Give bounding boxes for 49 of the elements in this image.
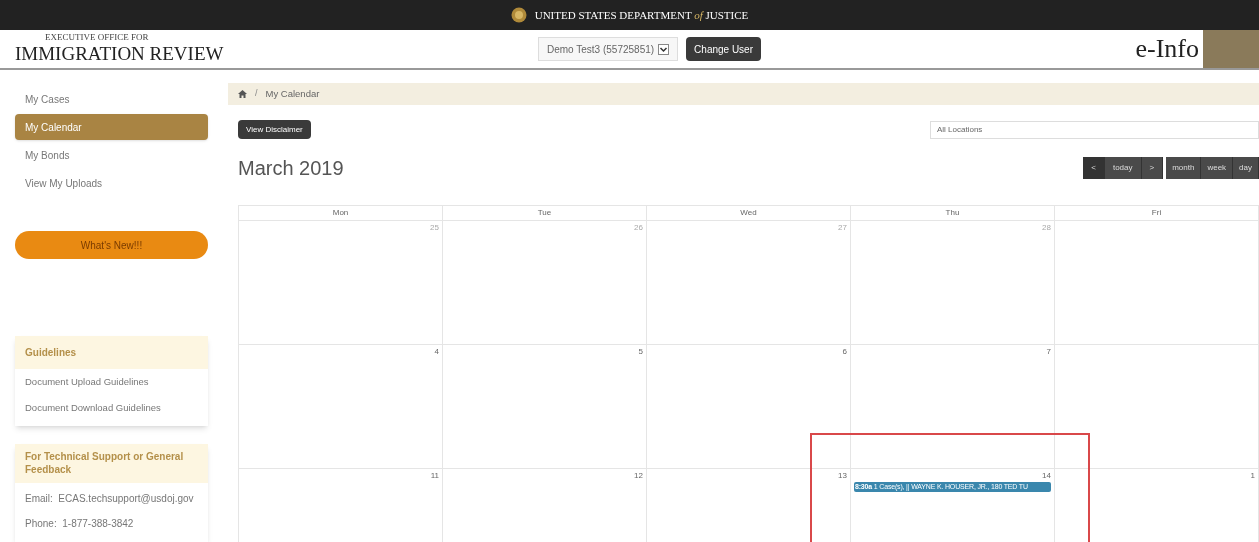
agency-title: IMMIGRATION REVIEW	[15, 41, 225, 66]
seal-icon	[510, 7, 527, 23]
breadcrumb-current: My Calendar	[265, 86, 320, 101]
support-contact: Phone: 1-877-388-3842	[25, 517, 135, 531]
day-number: 1	[1250, 472, 1255, 480]
day-number: 4	[434, 348, 439, 356]
sidebar-item[interactable]: My Calendar	[15, 114, 208, 140]
day-number: 13	[838, 472, 847, 480]
day-number: 7	[1046, 348, 1051, 356]
view-disclaimer-button[interactable]: View Disclaimer	[238, 120, 311, 139]
day-number: 27	[838, 224, 847, 232]
sidebar-item[interactable]: My Cases	[15, 86, 208, 112]
home-icon[interactable]	[238, 90, 247, 98]
calendar-nav-button[interactable]: >	[1141, 157, 1164, 179]
guideline-link[interactable]: Document Upload Guidelines	[25, 375, 198, 390]
weekday-header: Wed	[647, 206, 851, 220]
calendar-view-button[interactable]: day	[1233, 157, 1259, 179]
brand-logo: e-Info	[1135, 36, 1199, 62]
support-contact: Email: ECAS.techsupport@usdoj.gov	[25, 492, 195, 506]
weekday-header: Mon	[239, 206, 443, 220]
calendar-nav-button[interactable]: <	[1083, 157, 1105, 179]
user-select[interactable]: Demo Test3 (55725851)	[538, 37, 679, 61]
change-user-button[interactable]: Change User	[686, 37, 761, 61]
day-number: 5	[638, 348, 643, 356]
month-title: March 2019	[238, 156, 344, 181]
photo-placeholder	[1203, 30, 1259, 68]
card-header: Guidelines	[15, 336, 208, 369]
weekday-header: Tue	[443, 206, 647, 220]
chevron-down-icon	[658, 43, 670, 55]
calendar-view-button[interactable]: month	[1166, 157, 1202, 179]
location-select[interactable]: All Locations	[930, 120, 1259, 139]
calendar-view-button[interactable]: week	[1201, 157, 1234, 179]
sidebar-item[interactable]: My Bonds	[15, 142, 208, 168]
agency-subtitle: EXECUTIVE OFFICE FOR	[44, 32, 150, 42]
day-number: 26	[634, 224, 643, 232]
day-number: 25	[430, 224, 439, 232]
day-number: 11	[430, 472, 439, 480]
weekday-header: Fri	[1055, 206, 1259, 220]
calendar-nav-button[interactable]: today	[1104, 157, 1142, 179]
sidebar-item[interactable]: View My Uploads	[15, 170, 208, 196]
day-number: 6	[842, 348, 847, 356]
whats-new-button[interactable]: What's New!!!	[15, 231, 208, 259]
guideline-link[interactable]: Document Download Guidelines	[25, 401, 198, 416]
card-header: For Technical Support or General Feedback	[15, 443, 208, 483]
breadcrumb-separator: /	[255, 87, 258, 101]
day-number: 12	[634, 472, 643, 480]
day-number: 28	[1042, 224, 1051, 232]
weekday-header: Thu	[851, 206, 1055, 220]
day-number: 14	[1042, 472, 1051, 480]
